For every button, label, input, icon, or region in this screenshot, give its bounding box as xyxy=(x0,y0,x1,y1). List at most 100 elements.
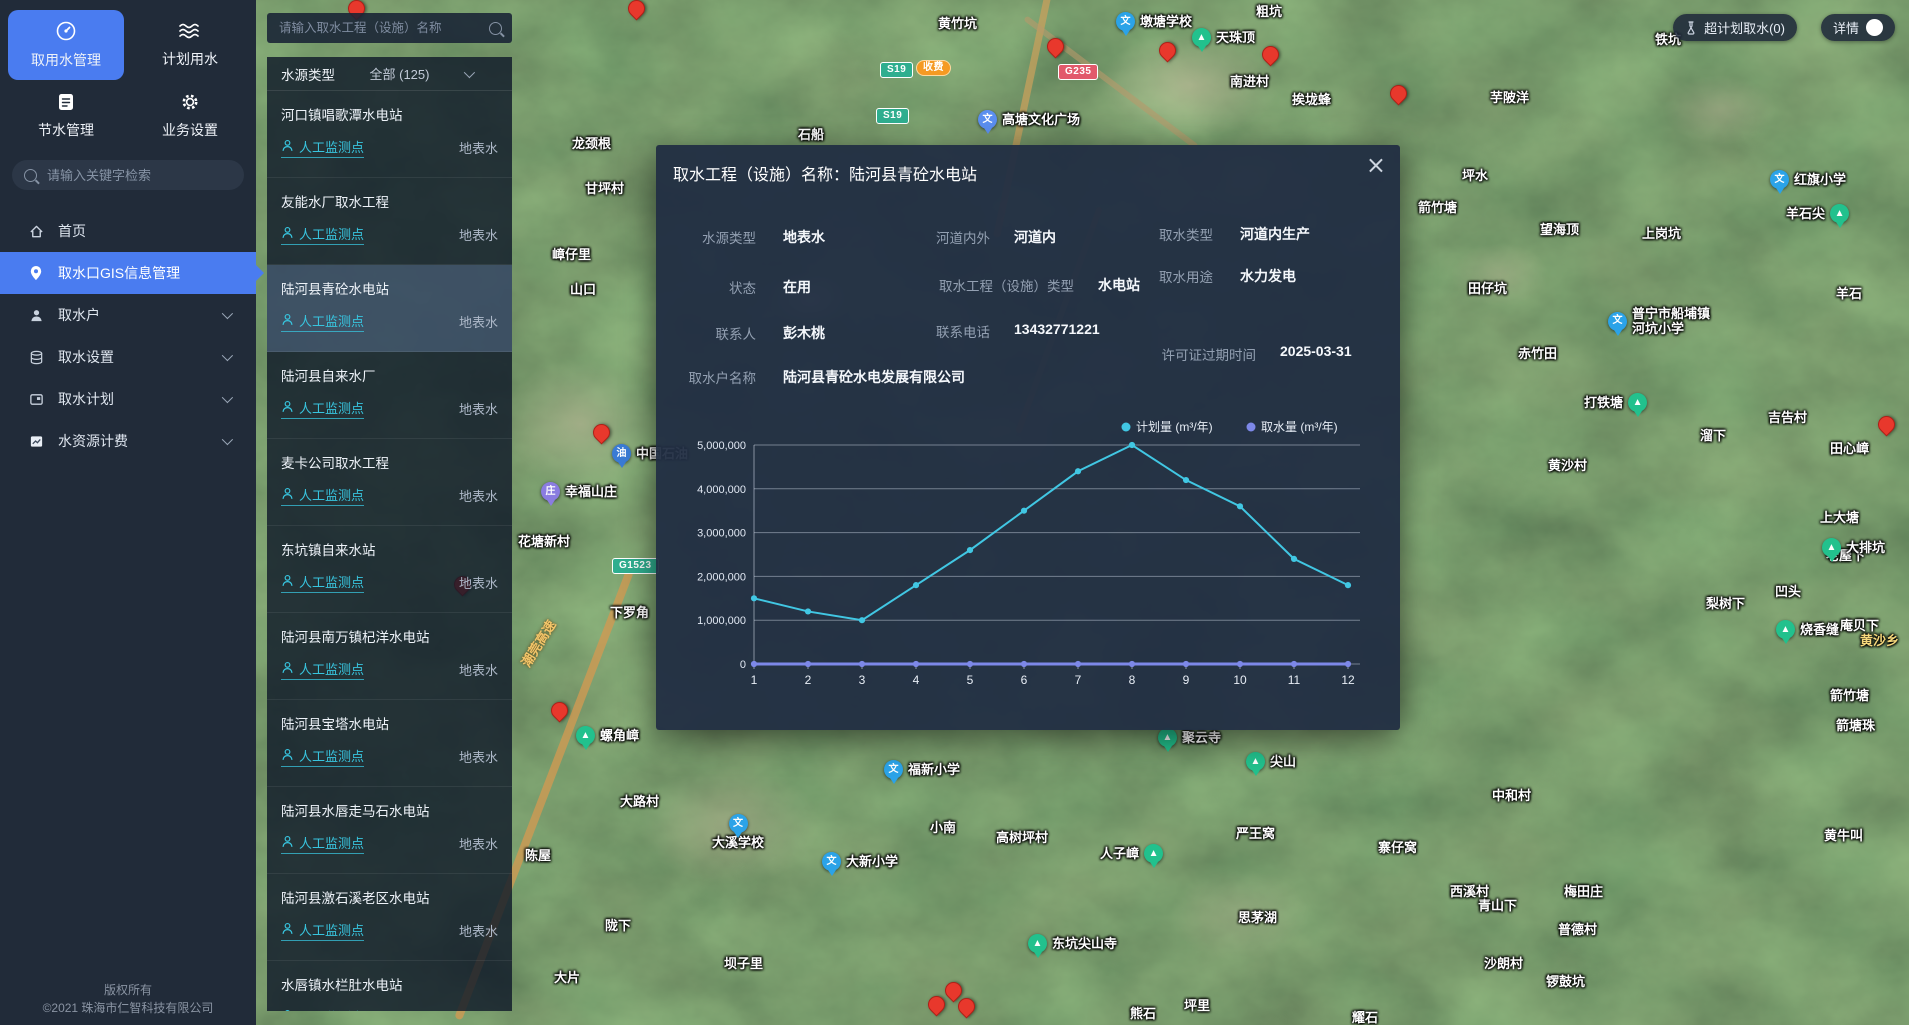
svg-text:8: 8 xyxy=(1129,673,1136,687)
map-place-label: 溜下 xyxy=(1700,428,1726,443)
monitor-point-label: 人工监测点 xyxy=(299,746,364,765)
module-label: 取用水管理 xyxy=(31,50,101,70)
map-poi: ▲ 大排坑 xyxy=(1822,538,1885,557)
station-name: 陆河县激石溪老区水电站 xyxy=(281,887,498,907)
map-place-label: 高树坪村 xyxy=(996,830,1048,845)
detail-toggle[interactable] xyxy=(1866,19,1883,36)
map-place-label: 吉告村 xyxy=(1768,410,1807,425)
sidebar-search-input[interactable] xyxy=(45,167,232,184)
svg-text:12: 12 xyxy=(1341,673,1355,687)
station-list-item[interactable]: 陆河县宝塔水电站人工监测点地表水 xyxy=(267,700,512,787)
sidebar-item-label: 取水户 xyxy=(58,305,100,325)
map-place-label: 耀石 xyxy=(1352,1010,1378,1025)
station-list-item[interactable]: 陆河县自来水厂人工监测点地表水 xyxy=(267,352,512,439)
station-list-item[interactable]: 陆河县水唇走马石水电站人工监测点地表水 xyxy=(267,787,512,874)
monitor-point-link[interactable]: 人工监测点 xyxy=(281,485,364,506)
station-list-item[interactable]: 友能水厂取水工程人工监测点地表水 xyxy=(267,178,512,265)
sidebar-item-2[interactable]: 取水口GIS信息管理 xyxy=(0,252,256,294)
map-poi: 文普宁市船埔镇 河坑小学 xyxy=(1608,306,1710,336)
monitor-point-link[interactable]: 人工监测点 xyxy=(281,311,364,332)
field-label: 联系电话 xyxy=(884,321,990,341)
sidebar-item-3[interactable]: 取水户 xyxy=(0,294,256,336)
map-place-label: 青山下 xyxy=(1478,898,1517,913)
station-list-item[interactable]: 水唇镇水栏肚水电站人工监测点地表水 xyxy=(267,961,512,1011)
poi-label: 福新小学 xyxy=(908,762,960,777)
module-tile-4[interactable]: 业务设置 xyxy=(132,88,248,144)
over-plan-label: 超计划取水(0) xyxy=(1704,18,1785,37)
road-badge: S19 xyxy=(876,108,909,124)
map-poi: ▲羊石尖 xyxy=(1786,204,1849,223)
monitor-point-label: 人工监测点 xyxy=(299,572,364,591)
field-value: 地表水 xyxy=(783,227,825,247)
road-badge: G1523 xyxy=(612,558,659,574)
road-badge: S19 xyxy=(880,62,913,78)
person-icon xyxy=(281,661,294,677)
billing-icon xyxy=(28,434,44,449)
sidebar-item-label: 首页 xyxy=(58,221,86,241)
list-filter-row[interactable]: 水源类型 全部 (125) xyxy=(267,57,512,91)
module-tile-2[interactable]: 计划用水 xyxy=(132,10,248,80)
poi-label: 大排坑 xyxy=(1846,540,1885,555)
monitor-point-link[interactable]: 人工监测点 xyxy=(281,1007,364,1011)
monitor-point-link[interactable]: 人工监测点 xyxy=(281,659,364,680)
water-source-type: 地表水 xyxy=(459,660,498,679)
filter-value[interactable]: 全部 (125) xyxy=(370,64,430,83)
map-poi: ▲人子嶂 xyxy=(1100,844,1163,863)
map-poi: 文高塘文化广场 xyxy=(978,110,1080,129)
svg-text:3,000,000: 3,000,000 xyxy=(697,528,746,540)
station-search[interactable] xyxy=(267,13,512,43)
station-name: 陆河县宝塔水电站 xyxy=(281,713,498,733)
map-place-label: 大片 xyxy=(554,970,580,985)
station-list-item[interactable]: 河口镇唱歌潭水电站人工监测点地表水 xyxy=(267,91,512,178)
map-place-label: 西溪村 xyxy=(1450,884,1489,899)
field-label: 取水工程（设施）类型 xyxy=(874,275,1074,295)
copyright: 版权所有 ©2021 珠海市仁智科技有限公司 xyxy=(0,981,256,1017)
station-list-item[interactable]: 东坑镇自来水站人工监测点地表水 xyxy=(267,526,512,613)
monitor-point-link[interactable]: 人工监测点 xyxy=(281,224,364,245)
station-detail-modal: 取水工程（设施）名称：陆河县青砼水电站 × 水源类型地表水河道内外河道内取水类型… xyxy=(656,145,1400,730)
school-icon: 文 xyxy=(1770,170,1789,189)
station-name: 友能水厂取水工程 xyxy=(281,191,498,211)
waves-icon xyxy=(178,21,202,41)
module-tile-1[interactable]: 取用水管理 xyxy=(8,10,124,80)
field-label: 取水类型 xyxy=(1117,224,1213,244)
map-place-label: 箭竹塘 xyxy=(1418,200,1457,215)
poi-label: 螺角嶂 xyxy=(600,728,639,743)
map-place-label: 陇下 xyxy=(605,918,631,933)
map-place-label: 下罗角 xyxy=(610,605,649,620)
monitor-point-link[interactable]: 人工监测点 xyxy=(281,746,364,767)
mountain-icon: ▲ xyxy=(1822,538,1841,557)
map-place-label: 花塘新村 xyxy=(518,534,570,549)
station-list-item[interactable]: 陆河县青砼水电站人工监测点地表水 xyxy=(267,265,512,352)
monitor-point-link[interactable]: 人工监测点 xyxy=(281,920,364,941)
map-place-label: 粗坑 xyxy=(1256,4,1282,19)
map-place-label: 芋陂洋 xyxy=(1490,90,1529,105)
monitor-point-link[interactable]: 人工监测点 xyxy=(281,137,364,158)
station-list-item[interactable]: 陆河县激石溪老区水电站人工监测点地表水 xyxy=(267,874,512,961)
map-place-label: 石船 xyxy=(798,127,824,142)
sidebar-item-4[interactable]: 取水设置 xyxy=(0,336,256,378)
monitor-point-link[interactable]: 人工监测点 xyxy=(281,572,364,593)
field-label: 河道内外 xyxy=(884,227,990,247)
over-plan-button[interactable]: 超计划取水(0) xyxy=(1673,14,1797,41)
svg-text:4,000,000: 4,000,000 xyxy=(697,484,746,496)
sidebar-item-5[interactable]: 取水计划 xyxy=(0,378,256,420)
close-icon[interactable]: × xyxy=(1366,151,1386,179)
station-list-item[interactable]: 陆河县南万镇杞洋水电站人工监测点地表水 xyxy=(267,613,512,700)
map-place-label: 赤竹田 xyxy=(1518,346,1557,361)
monitor-point-link[interactable]: 人工监测点 xyxy=(281,398,364,419)
sidebar-item-1[interactable]: 首页 xyxy=(0,210,256,252)
monitor-point-link[interactable]: 人工监测点 xyxy=(281,833,364,854)
station-search-input[interactable] xyxy=(277,20,481,36)
station-list-item[interactable]: 麦卡公司取水工程人工监测点地表水 xyxy=(267,439,512,526)
station-name: 陆河县水唇走马石水电站 xyxy=(281,800,498,820)
sidebar-item-6[interactable]: 水资源计费 xyxy=(0,420,256,462)
sidebar-search[interactable] xyxy=(12,160,244,190)
map-poi: 文大新小学 xyxy=(822,852,898,871)
water-source-type: 地表水 xyxy=(459,573,498,592)
module-tile-3[interactable]: 节水管理 xyxy=(8,88,124,144)
monitor-point-label: 人工监测点 xyxy=(299,224,364,243)
water-source-type: 地表水 xyxy=(459,486,498,505)
map-place-label: 坝子里 xyxy=(724,956,763,971)
poi-label: 普宁市船埔镇 河坑小学 xyxy=(1632,306,1710,336)
